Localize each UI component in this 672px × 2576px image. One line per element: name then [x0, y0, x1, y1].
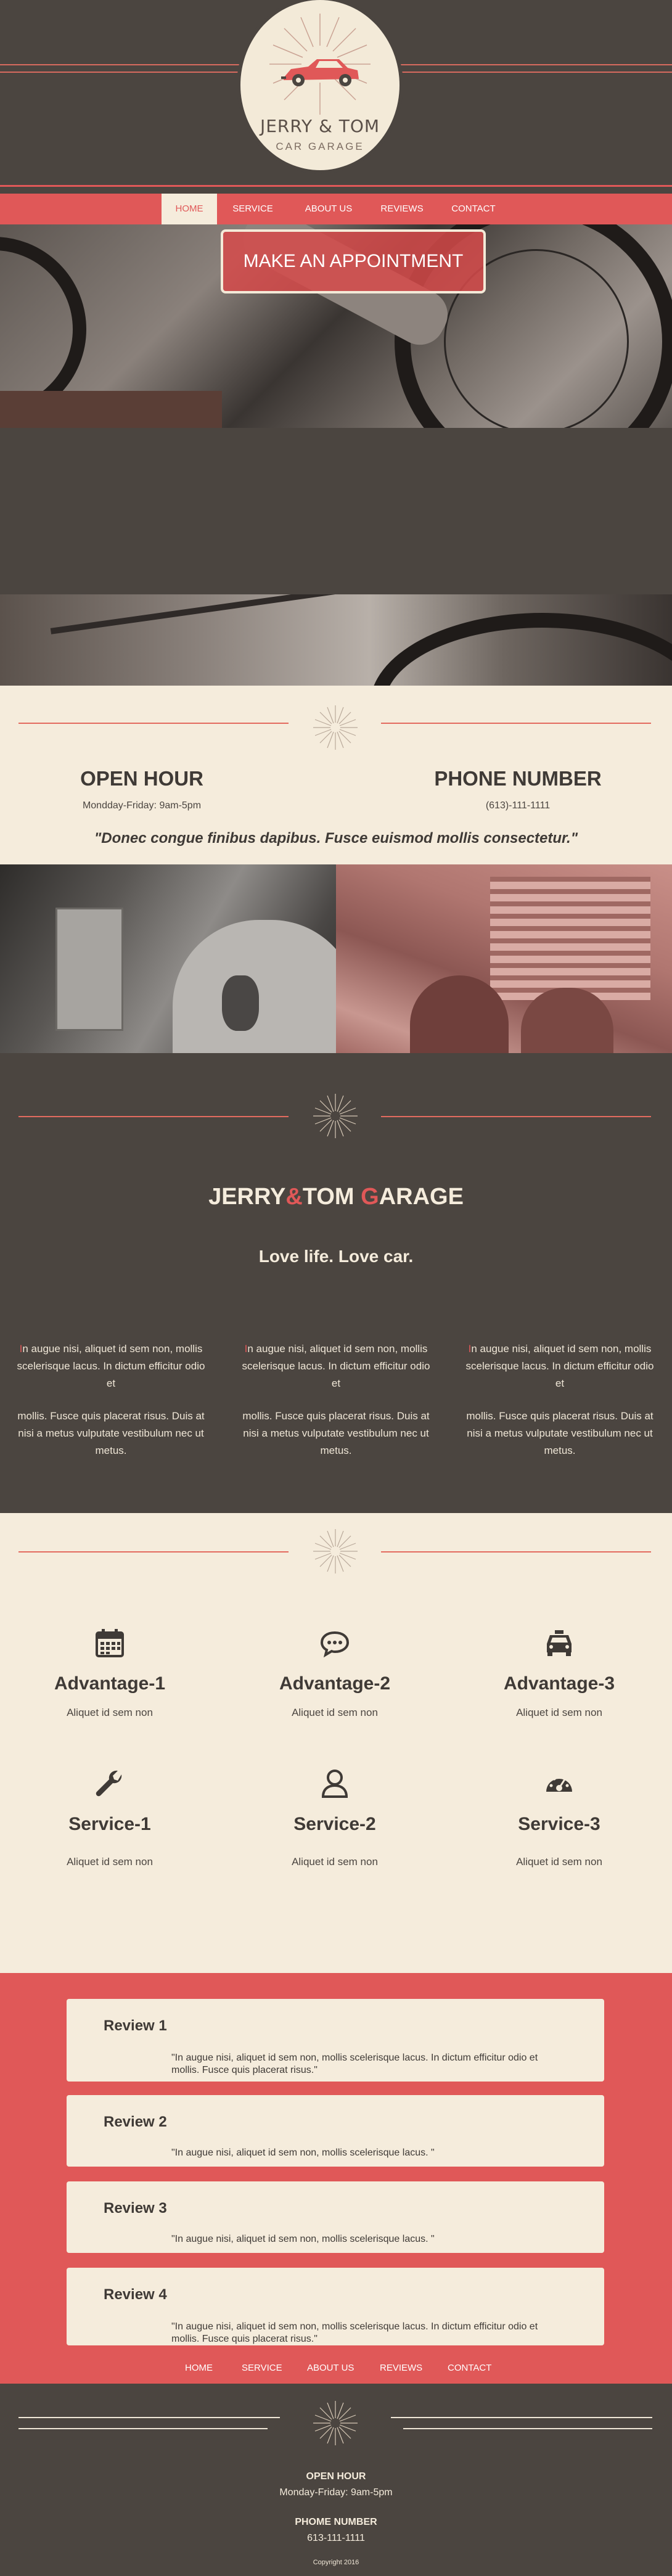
review-title: Review 3 — [104, 2200, 167, 2217]
review-card: Review 4 "In augue nisi, aliquet id sem … — [67, 2268, 604, 2345]
footer-open-text: Monday-Friday: 9am-5pm — [279, 2487, 393, 2498]
service-2-title: Service-2 — [293, 1814, 376, 1834]
sunburst-icon — [313, 1094, 358, 1138]
review-title: Review 2 — [104, 2114, 167, 2130]
hero-strip-image — [0, 594, 672, 686]
footer-phone-text: 613-111-1111 — [307, 2533, 365, 2543]
open-hour-title: OPEN HOUR — [80, 767, 203, 790]
about-column: In augue nisi, aliquet id sem non, molli… — [465, 1343, 654, 1456]
header-line — [0, 185, 672, 187]
wrench-icon — [96, 1770, 122, 1797]
service-3-title: Service-3 — [518, 1814, 600, 1834]
phone-title: PHONE NUMBER — [434, 767, 602, 790]
review-title: Review 1 — [104, 2017, 167, 2034]
advantages-section — [0, 1513, 672, 1973]
open-hour-text: Mondday-Friday: 9am-5pm — [82, 800, 202, 811]
reviews-section: Review 1 "In augue nisi, aliquet id sem … — [0, 1973, 672, 2384]
user-icon — [321, 1770, 348, 1798]
quote: "Donec congue finibus dapibus. Fusce eui… — [94, 830, 578, 847]
review-card: Review 2 "In augue nisi, aliquet id sem … — [67, 2095, 604, 2167]
phone-text: (613)-111-1111 — [485, 800, 551, 811]
review-text: "In augue nisi, aliquet id sem non, moll… — [171, 2053, 538, 2075]
hero-band — [0, 511, 672, 594]
sunburst-icon — [313, 1529, 358, 1573]
car-icon — [281, 59, 359, 86]
advantage-1-title: Advantage-1 — [54, 1673, 166, 1694]
about-column: In augue nisi, aliquet id sem non, molli… — [242, 1343, 430, 1456]
chat-bubble-icon — [320, 1631, 350, 1658]
service-2-text: Aliquet id sem non — [292, 1856, 378, 1868]
footer-nav-contact[interactable]: CONTACT — [448, 2363, 491, 2373]
taxi-icon — [547, 1630, 572, 1656]
logo-subtitle: CAR GARAGE — [276, 141, 364, 152]
main-nav: HOME SERVICE ABOUT US REVIEWS CONTACT — [0, 194, 672, 224]
footer-line — [403, 2428, 652, 2429]
about-subtitle: Love life. Love car. — [258, 1247, 414, 1266]
divider-line — [381, 1116, 651, 1117]
service-1-text: Aliquet id sem non — [67, 1856, 153, 1868]
nav-reviews[interactable]: REVIEWS — [377, 194, 427, 224]
footer-phone-title: PHOME NUMBER — [295, 2517, 377, 2527]
copyright: Copyright 2016 — [313, 2559, 359, 2566]
garage-photo — [0, 864, 358, 1068]
review-text: "In augue nisi, aliquet id sem non, moll… — [171, 2147, 435, 2158]
divider-line — [381, 1551, 651, 1553]
footer-line — [391, 2417, 652, 2418]
review-card: Review 3 "In augue nisi, aliquet id sem … — [67, 2181, 604, 2253]
car-light-shape — [222, 975, 259, 1031]
frame-shape — [50, 594, 357, 634]
footer-nav-service[interactable]: SERVICE — [242, 2363, 282, 2373]
service-3-text: Aliquet id sem non — [516, 1856, 602, 1868]
hero-floor — [0, 428, 672, 511]
footer-open-title: OPEN HOUR — [306, 2471, 366, 2482]
divider-line — [18, 1116, 289, 1117]
logo[interactable]: JERRY & TOM CAR GARAGE — [240, 0, 400, 170]
building-shape — [490, 877, 650, 1000]
about-column: In augue nisi, aliquet id sem non, molli… — [17, 1343, 205, 1456]
advantage-3-title: Advantage-3 — [503, 1673, 615, 1694]
footer-nav-reviews[interactable]: REVIEWS — [380, 2363, 422, 2373]
review-text: "In augue nisi, aliquet id sem non, moll… — [171, 2321, 538, 2344]
footer-line — [18, 2428, 268, 2429]
divider-line — [381, 723, 651, 724]
footer-nav-about-us[interactable]: ABOUT US — [307, 2363, 354, 2373]
calendar-icon — [96, 1629, 124, 1657]
door-shape — [55, 908, 123, 1031]
divider-line — [18, 723, 289, 724]
footer-line — [18, 2417, 280, 2418]
car-shape — [173, 920, 358, 1068]
nav-about-us[interactable]: ABOUT US — [301, 194, 356, 224]
wheel-shape — [370, 613, 672, 686]
review-text: "In augue nisi, aliquet id sem non, moll… — [171, 2234, 435, 2244]
mechanic-photo — [336, 864, 672, 1053]
service-1-title: Service-1 — [68, 1814, 151, 1834]
advantage-1-text: Aliquet id sem non — [67, 1707, 153, 1718]
logo-title: JERRY & TOM — [260, 116, 380, 136]
advantage-3-text: Aliquet id sem non — [516, 1707, 602, 1718]
footer-nav-home[interactable]: HOME — [185, 2363, 213, 2373]
about-title: JERRY&TOM GARAGE — [208, 1184, 464, 1210]
review-title: Review 4 — [104, 2286, 167, 2303]
site-header: JERRY & TOM CAR GARAGE — [0, 0, 672, 194]
sunburst-icon — [313, 2401, 358, 2445]
divider-line — [18, 1551, 289, 1553]
advantage-2-title: Advantage-2 — [279, 1673, 391, 1694]
dashboard-icon — [546, 1774, 572, 1792]
advantage-2-text: Aliquet id sem non — [292, 1707, 378, 1718]
nav-contact[interactable]: CONTACT — [448, 194, 499, 224]
sunburst-icon — [313, 705, 358, 750]
review-card: Review 1 "In augue nisi, aliquet id sem … — [67, 1999, 604, 2082]
nav-home[interactable]: HOME — [162, 194, 217, 224]
appointment-button[interactable]: MAKE AN APPOINTMENT — [221, 229, 486, 293]
nav-service[interactable]: SERVICE — [228, 194, 277, 224]
